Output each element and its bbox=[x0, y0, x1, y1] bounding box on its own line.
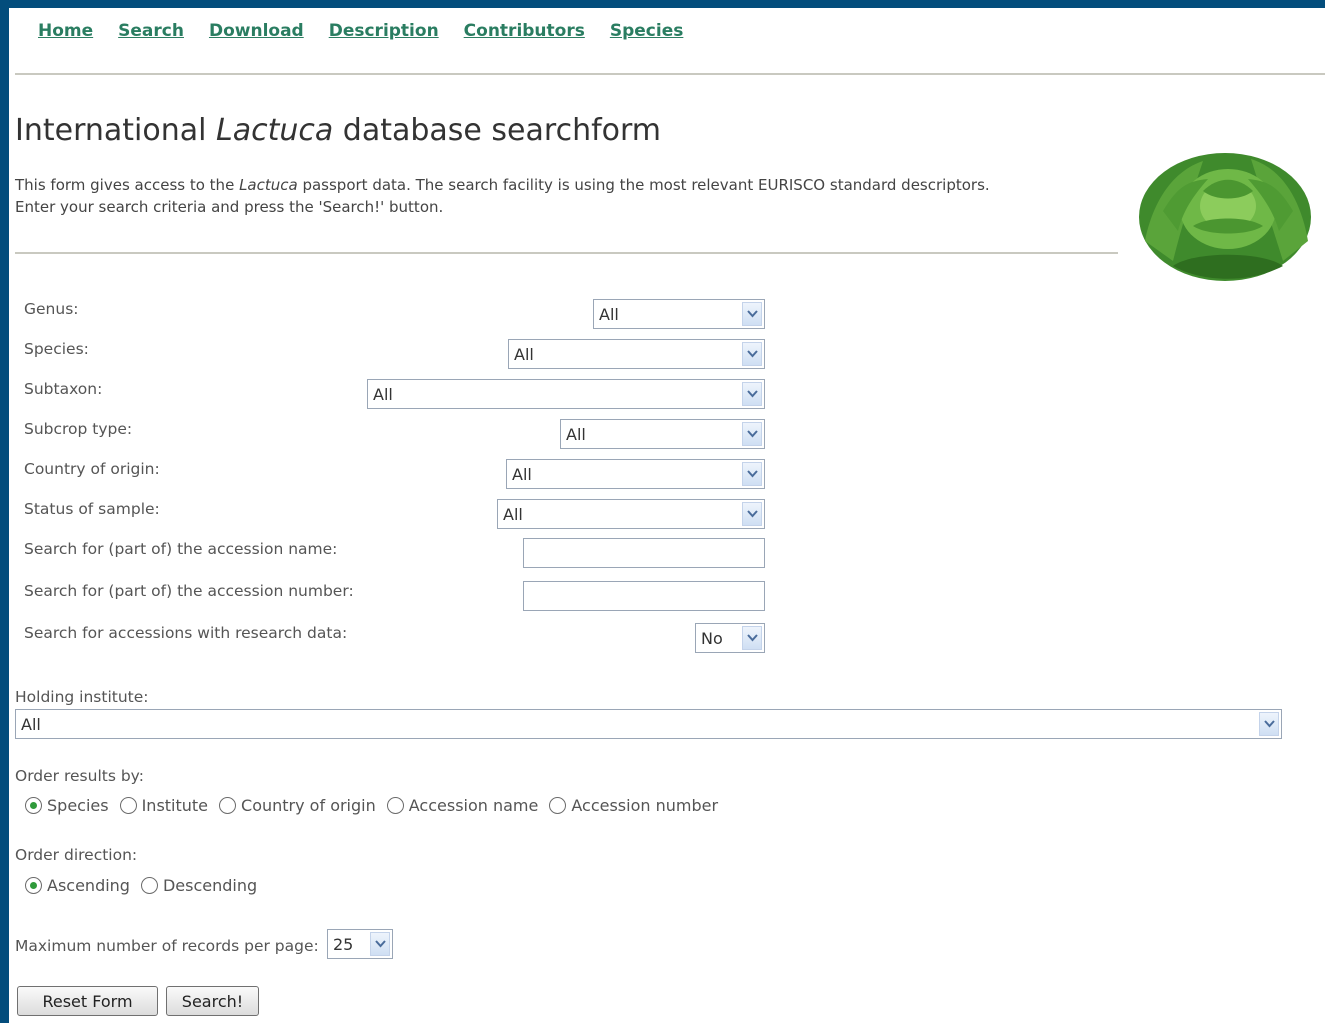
intro-line-2: Enter your search criteria and press the… bbox=[15, 198, 444, 216]
chevron-down-icon[interactable] bbox=[742, 302, 762, 326]
nav-species-link[interactable]: Species bbox=[610, 21, 684, 41]
order-descending-option[interactable]: Descending bbox=[140, 876, 258, 895]
status-select-value: All bbox=[503, 505, 523, 524]
radio-selected-icon[interactable] bbox=[25, 797, 42, 814]
radio-label: Country of origin bbox=[241, 796, 376, 815]
research-data-label: Search for accessions with research data… bbox=[24, 624, 348, 642]
species-label: Species: bbox=[24, 340, 89, 358]
intro-suffix: passport data. The search facility is us… bbox=[297, 176, 990, 194]
genus-select[interactable]: All bbox=[593, 299, 765, 329]
title-suffix: database searchform bbox=[333, 113, 662, 148]
radio-icon[interactable] bbox=[386, 797, 404, 814]
title-prefix: International bbox=[15, 113, 217, 148]
top-nav: Home Search Download Description Contrib… bbox=[38, 21, 708, 41]
holding-institute-select[interactable]: All bbox=[15, 709, 1282, 739]
radio-icon[interactable] bbox=[140, 877, 158, 894]
chevron-down-icon[interactable] bbox=[1259, 712, 1279, 736]
window-frame-left bbox=[0, 0, 9, 1023]
radio-label: Descending bbox=[162, 876, 258, 895]
nav-description-link[interactable]: Description bbox=[329, 21, 439, 41]
subtaxon-select-value: All bbox=[373, 385, 393, 404]
intro-line-1: This form gives access to the Lactuca pa… bbox=[15, 174, 990, 196]
order-by-radio-group: Species Institute Country of origin Acce… bbox=[25, 796, 729, 815]
order-direction-label: Order direction: bbox=[15, 846, 138, 864]
radio-label: Institute bbox=[141, 796, 209, 815]
order-by-species-option[interactable]: Species bbox=[25, 796, 109, 815]
accession-name-label: Search for (part of) the accession name: bbox=[24, 540, 338, 558]
radio-label: Accession number bbox=[571, 796, 719, 815]
chevron-down-icon[interactable] bbox=[742, 502, 762, 526]
intro-prefix: This form gives access to the bbox=[15, 176, 240, 194]
research-data-select[interactable]: No bbox=[695, 623, 765, 653]
subcrop-label: Subcrop type: bbox=[24, 420, 133, 438]
search-button[interactable]: Search! bbox=[166, 986, 259, 1016]
order-by-accession-number-option[interactable]: Accession number bbox=[549, 796, 718, 815]
genus-label: Genus: bbox=[24, 300, 79, 318]
holding-institute-label: Holding institute: bbox=[15, 688, 149, 706]
lettuce-image bbox=[1139, 153, 1311, 281]
title-genus: Lactuca bbox=[216, 113, 334, 148]
country-select[interactable]: All bbox=[506, 459, 765, 489]
nav-home-link[interactable]: Home bbox=[38, 21, 93, 41]
chevron-down-icon[interactable] bbox=[742, 382, 762, 406]
subtaxon-select[interactable]: All bbox=[367, 379, 765, 409]
accession-number-input[interactable] bbox=[523, 581, 765, 611]
nav-contributors-link[interactable]: Contributors bbox=[464, 21, 585, 41]
holding-institute-select-value: All bbox=[21, 715, 41, 734]
radio-icon[interactable] bbox=[119, 797, 137, 814]
order-by-label: Order results by: bbox=[15, 767, 144, 785]
chevron-down-icon[interactable] bbox=[742, 342, 762, 366]
order-ascending-option[interactable]: Ascending bbox=[25, 876, 130, 895]
radio-label: Species bbox=[47, 796, 109, 815]
accession-number-label: Search for (part of) the accession numbe… bbox=[24, 582, 354, 600]
order-by-accession-name-option[interactable]: Accession name bbox=[386, 796, 539, 815]
species-select-value: All bbox=[514, 345, 534, 364]
window-frame-top bbox=[0, 0, 1325, 8]
chevron-down-icon[interactable] bbox=[742, 462, 762, 486]
nav-search-link[interactable]: Search bbox=[118, 21, 184, 41]
chevron-down-icon[interactable] bbox=[370, 932, 390, 956]
chevron-down-icon[interactable] bbox=[742, 626, 762, 650]
accession-name-input[interactable] bbox=[523, 538, 765, 568]
divider-form bbox=[15, 252, 1118, 254]
radio-label: Ascending bbox=[47, 876, 130, 895]
order-by-institute-option[interactable]: Institute bbox=[119, 796, 209, 815]
nav-download-link[interactable]: Download bbox=[209, 21, 304, 41]
subcrop-select[interactable]: All bbox=[560, 419, 765, 449]
page-title: International Lactuca database searchfor… bbox=[15, 113, 661, 148]
radio-icon[interactable] bbox=[549, 797, 567, 814]
genus-select-value: All bbox=[599, 305, 619, 324]
country-select-value: All bbox=[512, 465, 532, 484]
country-label: Country of origin: bbox=[24, 460, 160, 478]
max-records-select-value: 25 bbox=[333, 935, 354, 954]
divider-top bbox=[15, 73, 1325, 75]
order-direction-radio-group: Ascending Descending bbox=[25, 876, 268, 895]
research-data-select-value: No bbox=[701, 629, 723, 648]
radio-label: Accession name bbox=[408, 796, 539, 815]
max-records-select[interactable]: 25 bbox=[327, 929, 393, 959]
status-label: Status of sample: bbox=[24, 500, 160, 518]
intro-genus: Lactuca bbox=[239, 176, 298, 194]
chevron-down-icon[interactable] bbox=[742, 422, 762, 446]
order-by-country-option[interactable]: Country of origin bbox=[219, 796, 376, 815]
subcrop-select-value: All bbox=[566, 425, 586, 444]
reset-form-button[interactable]: Reset Form bbox=[17, 986, 158, 1016]
subtaxon-label: Subtaxon: bbox=[24, 380, 103, 398]
max-records-label: Maximum number of records per page: bbox=[15, 937, 319, 955]
radio-selected-icon[interactable] bbox=[25, 877, 42, 894]
status-select[interactable]: All bbox=[497, 499, 765, 529]
species-select[interactable]: All bbox=[508, 339, 765, 369]
intro-text: This form gives access to the Lactuca pa… bbox=[15, 174, 990, 218]
radio-icon[interactable] bbox=[219, 797, 237, 814]
